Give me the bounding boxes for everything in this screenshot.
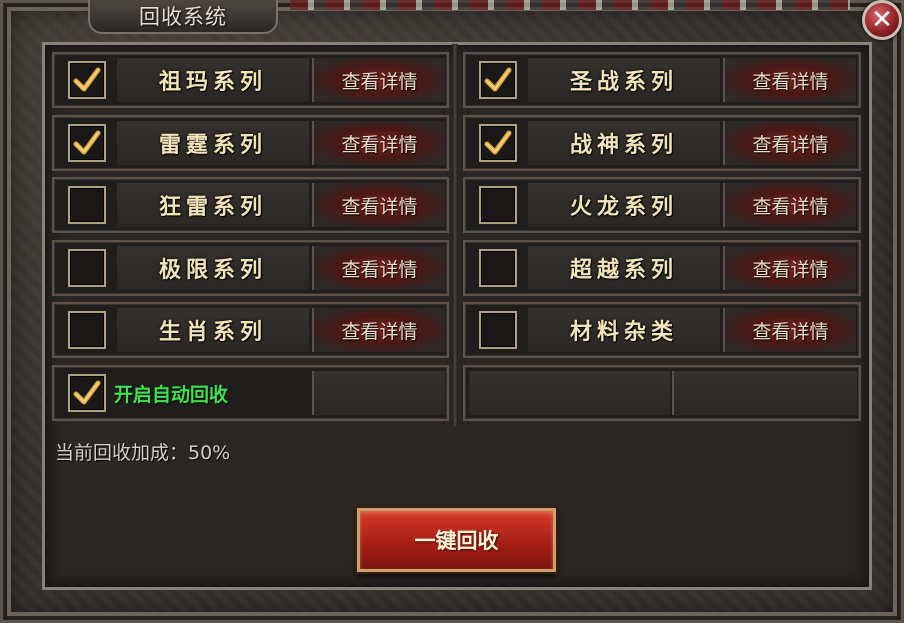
series-name-cell: 生肖系列 bbox=[117, 308, 309, 352]
series-row: 火龙系列 查看详情 bbox=[463, 177, 861, 233]
view-details-label: 查看详情 bbox=[752, 133, 829, 156]
window-title: 回收系统 bbox=[139, 5, 227, 29]
series-checkbox-cell[interactable] bbox=[469, 183, 526, 227]
series-name-cell: 极限系列 bbox=[117, 246, 309, 290]
series-name-cell: 雷霆系列 bbox=[117, 121, 309, 165]
series-checkbox[interactable] bbox=[67, 61, 106, 99]
view-details-button[interactable]: 查看详情 bbox=[312, 246, 445, 290]
series-checkbox-cell[interactable] bbox=[469, 121, 526, 165]
auto-recycle-checkbox-cell[interactable] bbox=[58, 371, 115, 415]
series-checkbox-cell[interactable] bbox=[58, 58, 115, 102]
series-name: 战神系列 bbox=[569, 132, 678, 158]
series-name-cell: 战神系列 bbox=[528, 121, 720, 165]
series-row: 超越系列 查看详情 bbox=[463, 240, 861, 296]
title-tab: 回收系统 bbox=[88, 0, 278, 34]
series-name-cell: 祖玛系列 bbox=[117, 58, 309, 102]
series-checkbox[interactable] bbox=[67, 124, 106, 162]
series-name-cell: 狂雷系列 bbox=[117, 183, 309, 227]
recycle-bonus-text: 当前回收加成：50% bbox=[55, 442, 231, 464]
series-name-cell: 圣战系列 bbox=[528, 58, 720, 102]
view-details-label: 查看详情 bbox=[752, 195, 829, 218]
view-details-label: 查看详情 bbox=[341, 320, 418, 343]
series-row: 生肖系列 查看详情 bbox=[52, 302, 449, 358]
series-checkbox[interactable] bbox=[67, 249, 106, 287]
series-name-cell: 材料杂类 bbox=[528, 308, 720, 352]
auto-recycle-label: 开启自动回收 bbox=[114, 383, 229, 406]
view-details-label: 查看详情 bbox=[341, 258, 418, 281]
series-checkbox[interactable] bbox=[478, 249, 517, 287]
series-checkbox[interactable] bbox=[478, 61, 517, 99]
series-checkbox[interactable] bbox=[67, 186, 106, 224]
empty-row bbox=[463, 365, 861, 421]
series-row: 狂雷系列 查看详情 bbox=[52, 177, 449, 233]
series-row: 祖玛系列 查看详情 bbox=[52, 52, 449, 108]
one-click-recycle-button[interactable]: 一键回收 bbox=[357, 508, 556, 572]
view-details-button[interactable]: 查看详情 bbox=[312, 121, 445, 165]
view-details-button[interactable]: 查看详情 bbox=[723, 58, 856, 102]
view-details-label: 查看详情 bbox=[341, 195, 418, 218]
close-icon: ✕ bbox=[871, 5, 893, 35]
series-row: 战神系列 查看详情 bbox=[463, 115, 861, 171]
series-checkbox-cell[interactable] bbox=[469, 308, 526, 352]
check-icon bbox=[484, 130, 511, 155]
one-click-recycle-label: 一键回收 bbox=[414, 529, 499, 553]
series-checkbox-cell[interactable] bbox=[58, 308, 115, 352]
decorative-top-strip bbox=[290, 0, 850, 10]
view-details-label: 查看详情 bbox=[341, 133, 418, 156]
series-name: 火龙系列 bbox=[569, 194, 678, 220]
series-name: 极限系列 bbox=[158, 257, 267, 283]
series-row: 材料杂类 查看详情 bbox=[463, 302, 861, 358]
auto-recycle-row: 开启自动回收 bbox=[52, 365, 449, 421]
view-details-button[interactable]: 查看详情 bbox=[312, 58, 445, 102]
view-details-button[interactable]: 查看详情 bbox=[312, 308, 445, 352]
check-icon bbox=[484, 67, 511, 92]
series-name: 圣战系列 bbox=[569, 69, 678, 95]
view-details-button[interactable]: 查看详情 bbox=[312, 183, 445, 227]
empty-cell-left bbox=[469, 371, 670, 415]
view-details-button[interactable]: 查看详情 bbox=[723, 183, 856, 227]
close-button[interactable]: ✕ bbox=[862, 0, 902, 40]
column-divider bbox=[452, 44, 458, 426]
view-details-label: 查看详情 bbox=[752, 320, 829, 343]
series-name: 祖玛系列 bbox=[158, 69, 267, 95]
series-checkbox-cell[interactable] bbox=[469, 58, 526, 102]
series-row: 雷霆系列 查看详情 bbox=[52, 115, 449, 171]
series-name: 雷霆系列 bbox=[158, 132, 267, 158]
view-details-button[interactable]: 查看详情 bbox=[723, 308, 856, 352]
series-checkbox[interactable] bbox=[478, 186, 517, 224]
auto-recycle-checkbox[interactable] bbox=[67, 374, 106, 412]
series-name: 材料杂类 bbox=[569, 319, 678, 345]
series-checkbox-cell[interactable] bbox=[58, 183, 115, 227]
series-name: 狂雷系列 bbox=[158, 194, 267, 220]
empty-cell-right bbox=[672, 371, 857, 415]
series-name-cell: 火龙系列 bbox=[528, 183, 720, 227]
series-checkbox-cell[interactable] bbox=[469, 246, 526, 290]
view-details-button[interactable]: 查看详情 bbox=[723, 246, 856, 290]
auto-recycle-blank-cell bbox=[312, 371, 445, 415]
check-icon bbox=[73, 380, 100, 405]
view-details-label: 查看详情 bbox=[341, 70, 418, 93]
check-icon bbox=[73, 130, 100, 155]
view-details-label: 查看详情 bbox=[752, 258, 829, 281]
series-name: 超越系列 bbox=[569, 257, 678, 283]
series-row: 极限系列 查看详情 bbox=[52, 240, 449, 296]
series-checkbox[interactable] bbox=[478, 311, 517, 349]
view-details-label: 查看详情 bbox=[752, 70, 829, 93]
series-name: 生肖系列 bbox=[158, 319, 267, 345]
series-row: 圣战系列 查看详情 bbox=[463, 52, 861, 108]
series-checkbox-cell[interactable] bbox=[58, 121, 115, 165]
view-details-button[interactable]: 查看详情 bbox=[723, 121, 856, 165]
check-icon bbox=[73, 67, 100, 92]
series-name-cell: 超越系列 bbox=[528, 246, 720, 290]
series-checkbox[interactable] bbox=[67, 311, 106, 349]
series-checkbox-cell[interactable] bbox=[58, 246, 115, 290]
series-checkbox[interactable] bbox=[478, 124, 517, 162]
